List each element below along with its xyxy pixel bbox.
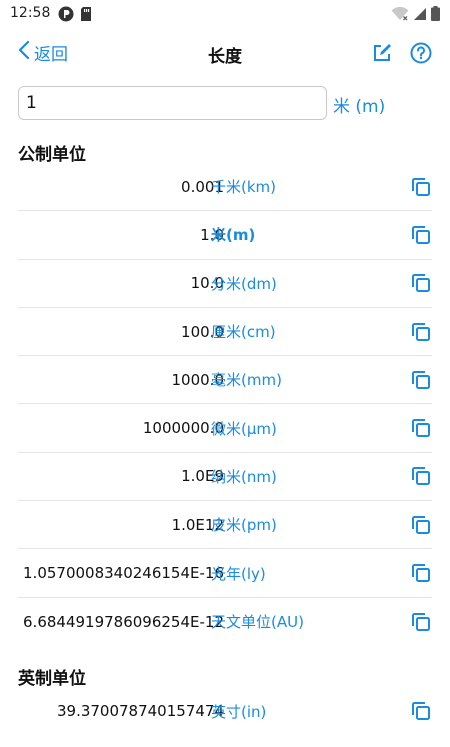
row-value: 1.0E9: [181, 467, 224, 486]
input-unit-selector[interactable]: 米 (m): [333, 92, 385, 117]
table-row: 10.0 分米(dm): [18, 260, 432, 308]
copy-icon[interactable]: [411, 273, 431, 293]
row-unit: 厘米(cm): [211, 323, 276, 342]
row-unit: 光年(ly): [211, 564, 266, 583]
copy-icon[interactable]: [411, 515, 431, 535]
row-value: 10.0: [190, 274, 224, 293]
cellular-signal-icon: [413, 6, 427, 25]
row-unit: 英寸(in): [211, 702, 267, 721]
copy-icon[interactable]: [411, 612, 431, 632]
status-time: 12:58: [10, 5, 51, 21]
status-left-icons: [58, 6, 92, 26]
table-row: 1.0570008340246154E-16 光年(ly): [18, 549, 432, 598]
copy-icon[interactable]: [411, 563, 431, 583]
table-row: 1.0 米(m): [18, 211, 432, 260]
row-value: 39.370078740157474: [56, 702, 224, 721]
row-value: 1.0: [200, 225, 224, 244]
copy-icon[interactable]: [411, 177, 431, 197]
app-notification-icon: [58, 6, 74, 26]
value-input[interactable]: [18, 86, 327, 120]
copy-icon[interactable]: [411, 466, 431, 486]
row-value: 100.0: [181, 322, 224, 341]
help-button[interactable]: [410, 42, 432, 68]
section-title-metric: 公制单位: [18, 145, 86, 165]
row-unit: 米(m): [211, 226, 256, 245]
toolbar: 返回 长度: [0, 30, 450, 78]
table-row: 100.0 厘米(cm): [18, 308, 432, 357]
row-unit: 纳米(nm): [211, 467, 277, 486]
imperial-rows: 39.370078740157474 英寸(in): [18, 687, 432, 735]
edit-button[interactable]: [372, 43, 392, 67]
table-row: 1.0E9 纳米(nm): [18, 453, 432, 502]
table-row: 0.001 千米(km): [18, 163, 432, 212]
table-row: 39.370078740157474 英寸(in): [18, 687, 432, 735]
row-unit: 分米(dm): [211, 274, 277, 293]
copy-icon[interactable]: [411, 225, 431, 245]
row-unit: 微米(μm): [211, 419, 277, 438]
help-icon: [410, 42, 432, 68]
row-unit: 毫米(mm): [211, 371, 282, 390]
row-value: 1.0570008340246154E-16: [23, 564, 224, 583]
row-value: 1.0E12: [171, 515, 224, 534]
row-value: 6.6844919786096254E-12: [23, 612, 224, 631]
table-row: 6.6844919786096254E-12 天文单位(AU): [18, 598, 432, 646]
table-row: 1000000.0 微米(μm): [18, 404, 432, 453]
section-title-imperial: 英制单位: [18, 669, 86, 689]
input-row: 米 (m): [18, 86, 438, 120]
copy-icon[interactable]: [411, 370, 431, 390]
edit-icon: [372, 44, 392, 67]
copy-icon[interactable]: [411, 418, 431, 438]
row-value: 1000000.0: [142, 419, 224, 438]
table-row: 1.0E12 皮米(pm): [18, 501, 432, 550]
row-unit: 天文单位(AU): [211, 613, 304, 632]
status-bar: 12:58: [0, 0, 450, 28]
row-unit: 千米(km): [211, 178, 277, 197]
copy-icon[interactable]: [411, 701, 431, 721]
row-value: 1000.0: [171, 370, 225, 389]
table-row: 1000.0 毫米(mm): [18, 356, 432, 405]
wifi-icon: [391, 6, 409, 25]
metric-rows: 0.001 千米(km) 1.0 米(m) 10.0 分米(dm) 100.0 …: [18, 163, 432, 646]
status-right-icons: [391, 6, 440, 25]
row-unit: 皮米(pm): [211, 516, 277, 535]
row-value: 0.001: [181, 177, 224, 196]
copy-icon[interactable]: [411, 322, 431, 342]
sd-card-icon: [80, 6, 92, 26]
battery-icon: [431, 6, 440, 25]
